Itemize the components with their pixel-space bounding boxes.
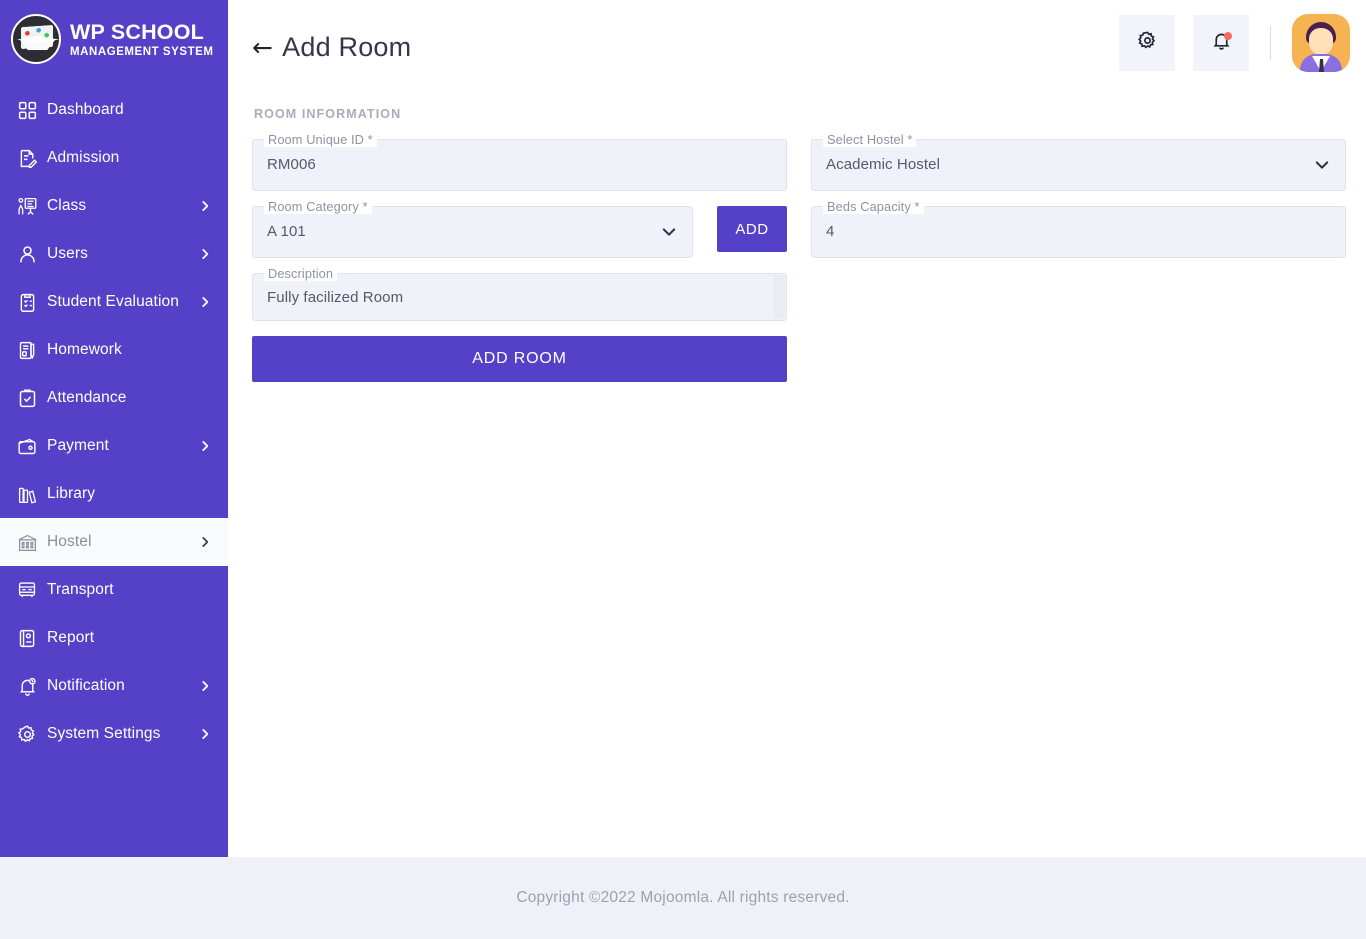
description-label: Description [264,266,338,281]
clipboard-check-icon [12,289,42,315]
sidebar-item-admission[interactable]: Admission [0,134,228,182]
sidebar-item-transport[interactable]: Transport [0,566,228,614]
sidebar: WP SCHOOL MANAGEMENT SYSTEM Dashboard Ad… [0,0,228,857]
form-column-left: Room Unique ID * RM006 Room Category * A… [252,132,787,382]
sidebar-item-label: Users [47,245,88,262]
room-unique-id-input[interactable]: RM006 [253,140,786,190]
building-icon [12,529,42,555]
add-room-button[interactable]: ADD ROOM [252,336,787,382]
select-hostel-label: Select Hostel * [823,132,917,147]
room-unique-id-field[interactable]: Room Unique ID * RM006 [252,132,787,191]
sidebar-item-label: Dashboard [47,101,124,118]
topbar: ← Add Room [228,0,1366,94]
notification-badge [1224,32,1232,40]
chevron-right-icon [202,537,209,547]
sidebar-item-label: Transport [47,581,114,598]
sidebar-item-label: Library [47,485,96,502]
clipboard-tick-icon [12,385,42,411]
beds-capacity-input[interactable]: 4 [812,207,1345,257]
sidebar-item-users[interactable]: Users [0,230,228,278]
room-category-label: Room Category * [264,199,372,214]
main-content: ← Add Room ROOM INFORMATION Room Unique … [228,0,1366,857]
sidebar-item-label: Report [47,629,95,646]
app-root: WP SCHOOL MANAGEMENT SYSTEM Dashboard Ad… [0,0,1366,939]
gear-icon [12,721,42,747]
footer: Copyright ©2022 Mojoomla. All rights res… [0,857,1366,939]
chevron-right-icon [202,729,209,739]
form-column-right: Select Hostel * Academic Hostel Beds Cap… [811,132,1346,382]
bell-icon [12,673,42,699]
room-unique-id-label: Room Unique ID * [264,132,377,147]
notifications-button[interactable] [1193,15,1249,71]
graduation-cap-icon [11,14,61,64]
divider [1270,26,1271,60]
form-grid: Room Unique ID * RM006 Room Category * A… [252,132,1346,382]
bus-icon [12,577,42,603]
sidebar-item-class[interactable]: Class [0,182,228,230]
sidebar-item-label: Class [47,197,87,214]
brand-subtitle: MANAGEMENT SYSTEM [70,45,214,58]
page-title: ← Add Room [252,32,411,63]
add-category-button[interactable]: ADD [717,206,787,252]
grid-icon [12,97,42,123]
brand-logo-block[interactable]: WP SCHOOL MANAGEMENT SYSTEM [0,0,228,68]
topbar-actions [1119,14,1350,72]
back-arrow-icon[interactable]: ← [252,35,273,60]
select-hostel-field[interactable]: Select Hostel * Academic Hostel [811,132,1346,191]
sidebar-item-label: Homework [47,341,122,358]
copyright-text: Copyright ©2022 Mojoomla. All rights res… [516,889,850,906]
notebook-pen-icon [12,337,42,363]
sidebar-item-label: Student Evaluation [47,293,179,310]
page-title-text: Add Room [282,31,412,62]
sidebar-item-system-settings[interactable]: System Settings [0,710,228,758]
chevron-right-icon [202,441,209,451]
room-category-row: Room Category * A 101 ADD [252,199,787,273]
avatar[interactable] [1292,14,1350,72]
sidebar-item-dashboard[interactable]: Dashboard [0,86,228,134]
select-hostel-select[interactable]: Academic Hostel [812,140,1345,190]
chevron-right-icon [202,297,209,307]
books-icon [12,481,42,507]
wallet-icon [12,433,42,459]
brand-title: WP SCHOOL [70,20,204,44]
room-category-field[interactable]: Room Category * A 101 [252,199,693,258]
sidebar-item-hostel[interactable]: Hostel [0,518,228,566]
sidebar-item-library[interactable]: Library [0,470,228,518]
chevron-right-icon [202,249,209,259]
report-icon [12,625,42,651]
sidebar-item-label: Admission [47,149,120,166]
sidebar-item-attendance[interactable]: Attendance [0,374,228,422]
document-pen-icon [12,145,42,171]
gear-icon [1137,30,1158,56]
sidebar-item-label: System Settings [47,725,161,742]
sidebar-item-label: Attendance [47,389,127,406]
sidebar-item-notification[interactable]: Notification [0,662,228,710]
user-icon [12,241,42,267]
beds-capacity-label: Beds Capacity * [823,199,924,214]
form-content: ROOM INFORMATION Room Unique ID * RM006 … [228,107,1366,382]
chevron-right-icon [202,201,209,211]
sidebar-item-payment[interactable]: Payment [0,422,228,470]
sidebar-item-label: Payment [47,437,109,454]
sidebar-item-student-evaluation[interactable]: Student Evaluation [0,278,228,326]
sidebar-item-homework[interactable]: Homework [0,326,228,374]
description-field[interactable]: Description Fully facilized Room [252,266,787,321]
sidebar-item-label: Hostel [47,533,92,550]
sidebar-item-report[interactable]: Report [0,614,228,662]
description-scrollbar[interactable] [774,275,785,319]
section-title: ROOM INFORMATION [254,107,402,121]
sidebar-nav: Dashboard Admission Class Users Student … [0,86,228,758]
beds-capacity-field[interactable]: Beds Capacity * 4 [811,199,1346,258]
settings-button[interactable] [1119,15,1175,71]
room-category-select[interactable]: A 101 [253,207,692,257]
sidebar-item-label: Notification [47,677,125,694]
classroom-icon [12,193,42,219]
chevron-right-icon [202,681,209,691]
